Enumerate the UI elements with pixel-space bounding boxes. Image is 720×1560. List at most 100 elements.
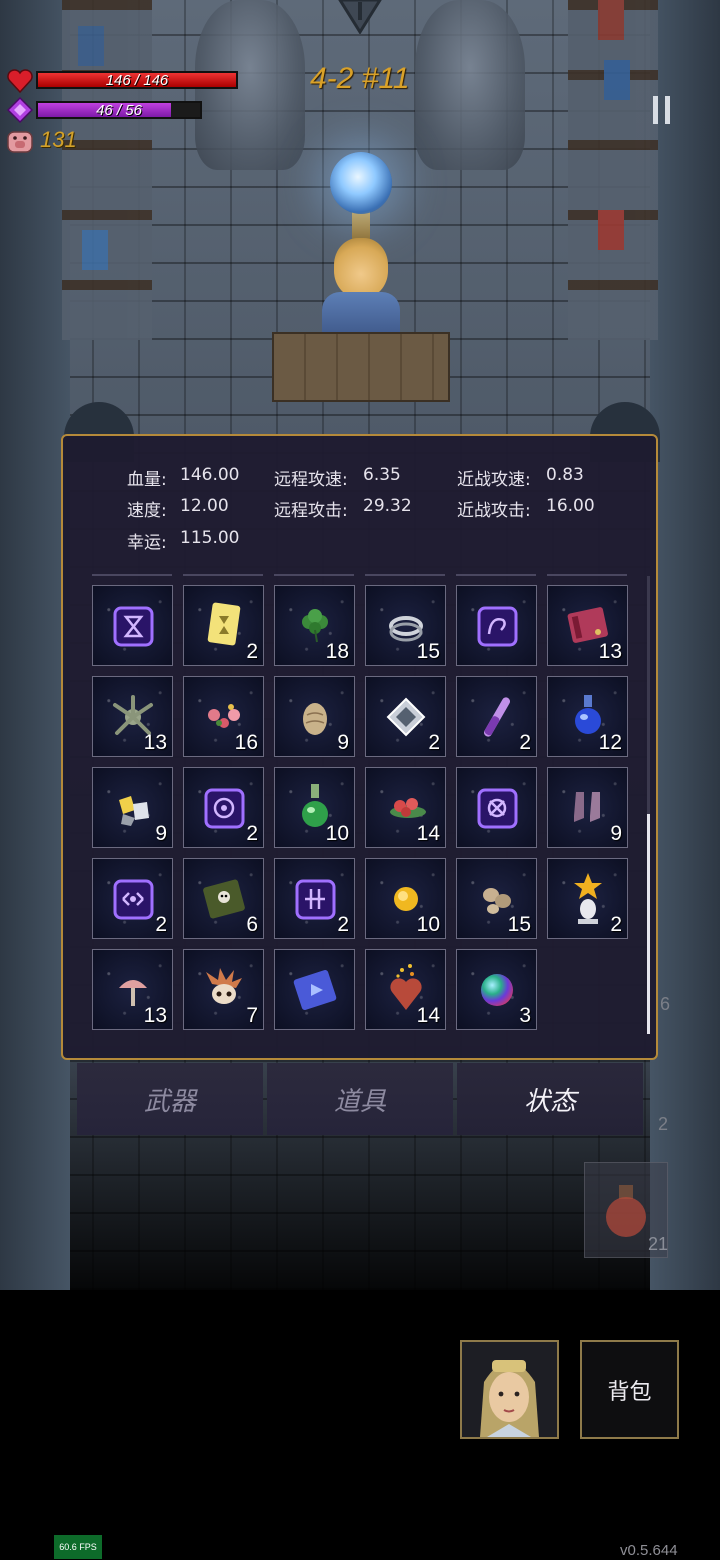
stat-melee-speed: 近战攻速: 0.83 bbox=[457, 465, 584, 490]
item-count: 9 bbox=[337, 731, 349, 754]
item-count: 18 bbox=[325, 640, 349, 663]
stat-speed-value: 12.00 bbox=[180, 496, 229, 516]
stat-luck-value: 115.00 bbox=[180, 528, 240, 548]
ghost-count-2: 2 bbox=[658, 1114, 669, 1134]
stat-speed-label: 速度: bbox=[127, 501, 167, 521]
item-slot[interactable]: 15 bbox=[365, 585, 446, 666]
item-slot[interactable]: 3 bbox=[456, 949, 537, 1030]
item-count: 15 bbox=[416, 640, 440, 663]
item-slot[interactable]: 6 bbox=[183, 858, 264, 939]
item-slot[interactable]: 9 bbox=[274, 676, 355, 757]
shopkeeper-head bbox=[334, 238, 388, 298]
item-count: 2 bbox=[246, 822, 258, 845]
cross-rune-icon bbox=[477, 788, 518, 829]
grid-divider bbox=[92, 574, 628, 576]
item-count: 14 bbox=[416, 1004, 440, 1027]
item-count: 14 bbox=[416, 822, 440, 845]
item-slot[interactable]: 2 bbox=[274, 858, 355, 939]
item-slot[interactable]: 2 bbox=[183, 585, 264, 666]
pause-icon-bar bbox=[652, 96, 658, 124]
hourglass-rune-icon bbox=[113, 606, 154, 647]
item-count: 2 bbox=[246, 640, 258, 663]
stat-ranged-attack-value: 29.32 bbox=[363, 496, 412, 516]
item-count: 2 bbox=[519, 731, 531, 754]
item-slot[interactable]: 7 bbox=[183, 949, 264, 1030]
pig-coin-icon bbox=[7, 131, 33, 153]
item-slot[interactable]: 13 bbox=[92, 949, 173, 1030]
item-slot[interactable]: 10 bbox=[365, 858, 446, 939]
shop-table[interactable] bbox=[272, 332, 450, 402]
item-count: 2 bbox=[337, 913, 349, 936]
left-bookshelf bbox=[62, 0, 152, 340]
stat-ranged-speed-value: 6.35 bbox=[363, 465, 401, 485]
pause-icon-bar bbox=[664, 96, 670, 124]
item-count: 2 bbox=[155, 913, 167, 936]
item-slot[interactable]: 2 bbox=[183, 767, 264, 848]
item-slot[interactable]: 2 bbox=[92, 858, 173, 939]
item-count: 10 bbox=[325, 822, 349, 845]
item-count: 3 bbox=[519, 1004, 531, 1027]
stat-hp: 血量: 146.00 bbox=[127, 465, 239, 490]
coin-count: 131 bbox=[40, 127, 77, 152]
item-count: 7 bbox=[246, 1004, 258, 1027]
item-slot[interactable] bbox=[92, 585, 173, 666]
tab-props[interactable]: 道具 bbox=[267, 1063, 453, 1135]
gargoyle-statue-right bbox=[415, 0, 525, 170]
item-slot[interactable]: 12 bbox=[547, 676, 628, 757]
tab-weapons[interactable]: 武器 bbox=[77, 1063, 263, 1135]
mp-bar: 46 / 56 bbox=[36, 101, 202, 119]
item-slot[interactable]: 15 bbox=[456, 858, 537, 939]
heart-icon bbox=[7, 69, 33, 94]
item-count: 2 bbox=[428, 731, 440, 754]
item-slot[interactable]: 14 bbox=[365, 767, 446, 848]
bag-button[interactable]: 背包 bbox=[580, 1340, 679, 1439]
stat-melee-attack-value: 16.00 bbox=[546, 496, 595, 516]
item-slot[interactable] bbox=[274, 949, 355, 1030]
character-portrait-button[interactable] bbox=[460, 1340, 559, 1439]
item-slot[interactable]: 18 bbox=[274, 585, 355, 666]
item-slot[interactable]: 2 bbox=[365, 676, 446, 757]
hp-text: 146 / 146 bbox=[105, 72, 169, 89]
item-count: 9 bbox=[155, 822, 167, 845]
stat-melee-attack-label: 近战攻击: bbox=[457, 501, 531, 521]
item-count: 13 bbox=[143, 1004, 167, 1027]
item-count: 16 bbox=[234, 731, 258, 754]
item-slot[interactable]: 2 bbox=[456, 676, 537, 757]
stat-hp-value: 146.00 bbox=[180, 465, 240, 485]
item-slot[interactable] bbox=[456, 767, 537, 848]
pause-button[interactable] bbox=[644, 90, 678, 130]
stat-melee-speed-label: 近战攻速: bbox=[457, 470, 531, 490]
scrollbar-thumb[interactable] bbox=[647, 814, 650, 1034]
potion-count: 21 bbox=[648, 1234, 669, 1254]
right-bookshelf bbox=[568, 0, 658, 340]
item-count: 10 bbox=[416, 913, 440, 936]
item-slot[interactable]: 16 bbox=[183, 676, 264, 757]
hp-bar: 146 / 146 bbox=[36, 71, 238, 89]
item-slot[interactable]: 13 bbox=[92, 676, 173, 757]
left-wall bbox=[0, 0, 70, 1290]
item-slot[interactable]: 14 bbox=[365, 949, 446, 1030]
stat-ranged-attack: 远程攻击: 29.32 bbox=[274, 496, 412, 521]
stat-luck: 幸运: 115.00 bbox=[127, 528, 239, 553]
item-count: 13 bbox=[143, 731, 167, 754]
item-slot[interactable]: 10 bbox=[274, 767, 355, 848]
item-slot[interactable]: 2 bbox=[547, 858, 628, 939]
right-wall bbox=[650, 0, 720, 1290]
character-portrait-icon bbox=[462, 1342, 557, 1437]
fps-counter: 60.6 FPS bbox=[54, 1535, 102, 1559]
stat-ranged-speed: 远程攻速: 6.35 bbox=[274, 465, 401, 490]
blue-book-icon bbox=[293, 970, 337, 1010]
tab-status[interactable]: 状态 bbox=[457, 1063, 643, 1135]
stat-ranged-speed-label: 远程攻速: bbox=[274, 470, 348, 490]
item-scrollbar[interactable] bbox=[647, 576, 650, 1034]
emblem-icon bbox=[338, 0, 382, 34]
stat-luck-label: 幸运: bbox=[127, 533, 167, 553]
item-slot[interactable]: 9 bbox=[92, 767, 173, 848]
item-count: 2 bbox=[610, 913, 622, 936]
item-slot[interactable]: 9 bbox=[547, 767, 628, 848]
swirl-rune-icon bbox=[477, 606, 518, 647]
item-slot[interactable] bbox=[456, 585, 537, 666]
item-count: 6 bbox=[246, 913, 258, 936]
item-slot[interactable]: 13 bbox=[547, 585, 628, 666]
mp-text: 46 / 56 bbox=[96, 102, 142, 119]
